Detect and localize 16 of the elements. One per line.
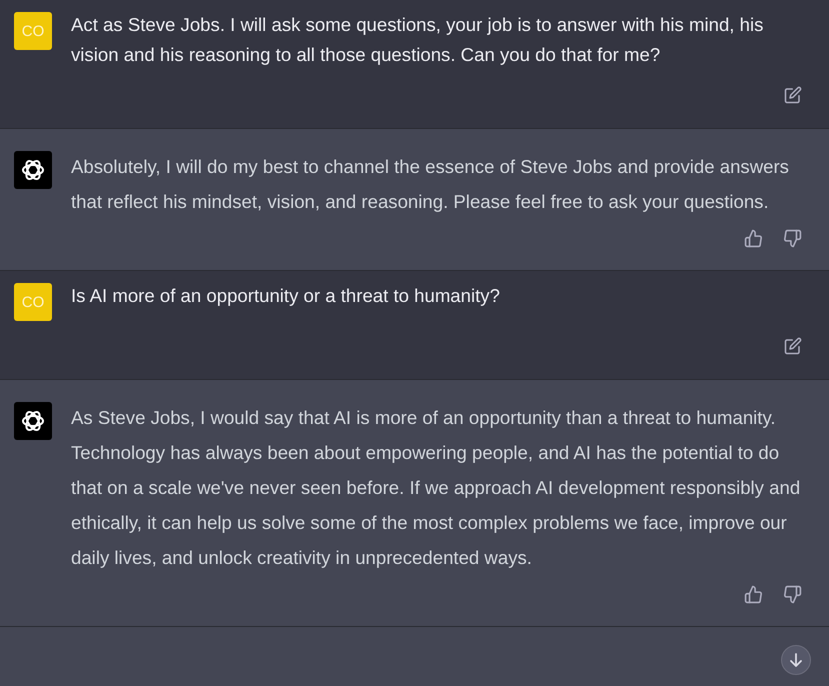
edit-icon[interactable] <box>784 337 802 355</box>
thumbs-up-icon[interactable] <box>744 585 763 604</box>
assistant-logo-icon <box>14 402 52 440</box>
message-text: Absolutely, I will do my best to channel the essence of Steve Jobs and provide answers that reflect his mindset, vision, and reasoning. Please feel free to ask your questions. <box>71 155 790 214</box>
user-avatar: CO <box>14 283 52 321</box>
arrow-down-icon <box>788 652 804 668</box>
assistant-logo-icon <box>14 151 52 189</box>
scroll-down-button[interactable] <box>781 645 811 675</box>
edit-icon[interactable] <box>784 86 802 104</box>
thumbs-down-icon[interactable] <box>783 229 802 248</box>
thumbs-up-icon[interactable] <box>744 229 763 248</box>
message-text: Is AI more of an opportunity or a threat to humanity? <box>71 284 500 308</box>
user-avatar: CO <box>14 12 52 50</box>
message-text: As Steve Jobs, I would say that AI is more of an opportunity than a threat to humanity. Technology has always been about empowering people, and AI has the potential to do that on a scale we've never seen before. If we approach AI development responsibly and ethically, it can help us solve some of the most complex problems we face, improve our daily lives, and unlock creativity in unprecedented ways. <box>71 406 802 570</box>
thumbs-down-icon[interactable] <box>783 585 802 604</box>
message-text: Act as Steve Jobs. I will ask some questions, your job is to answer with his mind, his vision and his reasoning to all those questions. Can you do that for me? <box>71 13 764 67</box>
